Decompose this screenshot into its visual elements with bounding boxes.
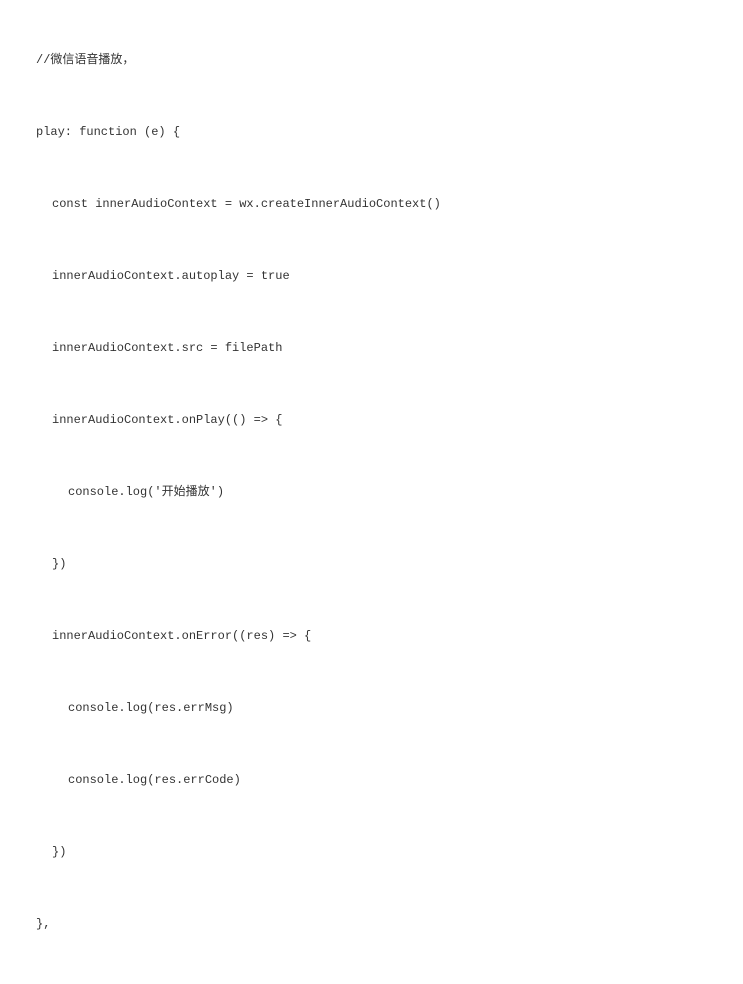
code-line: const innerAudioContext = wx.createInner… xyxy=(20,195,723,213)
code-line: }) xyxy=(20,843,723,861)
code-line: innerAudioContext.autoplay = true xyxy=(20,267,723,285)
code-line: innerAudioContext.onError((res) => { xyxy=(20,627,723,645)
code-line: innerAudioContext.src = filePath xyxy=(20,339,723,357)
code-line: }) xyxy=(20,555,723,573)
code-line: //微信语音播放， xyxy=(20,51,723,69)
code-line: console.log('开始播放') xyxy=(20,483,723,501)
code-block: //微信语音播放， play: function (e) { const inn… xyxy=(20,15,723,969)
code-line: console.log(res.errMsg) xyxy=(20,699,723,717)
code-line: }, xyxy=(20,915,723,933)
code-line: console.log(res.errCode) xyxy=(20,771,723,789)
code-line: innerAudioContext.onPlay(() => { xyxy=(20,411,723,429)
code-line: play: function (e) { xyxy=(20,123,723,141)
